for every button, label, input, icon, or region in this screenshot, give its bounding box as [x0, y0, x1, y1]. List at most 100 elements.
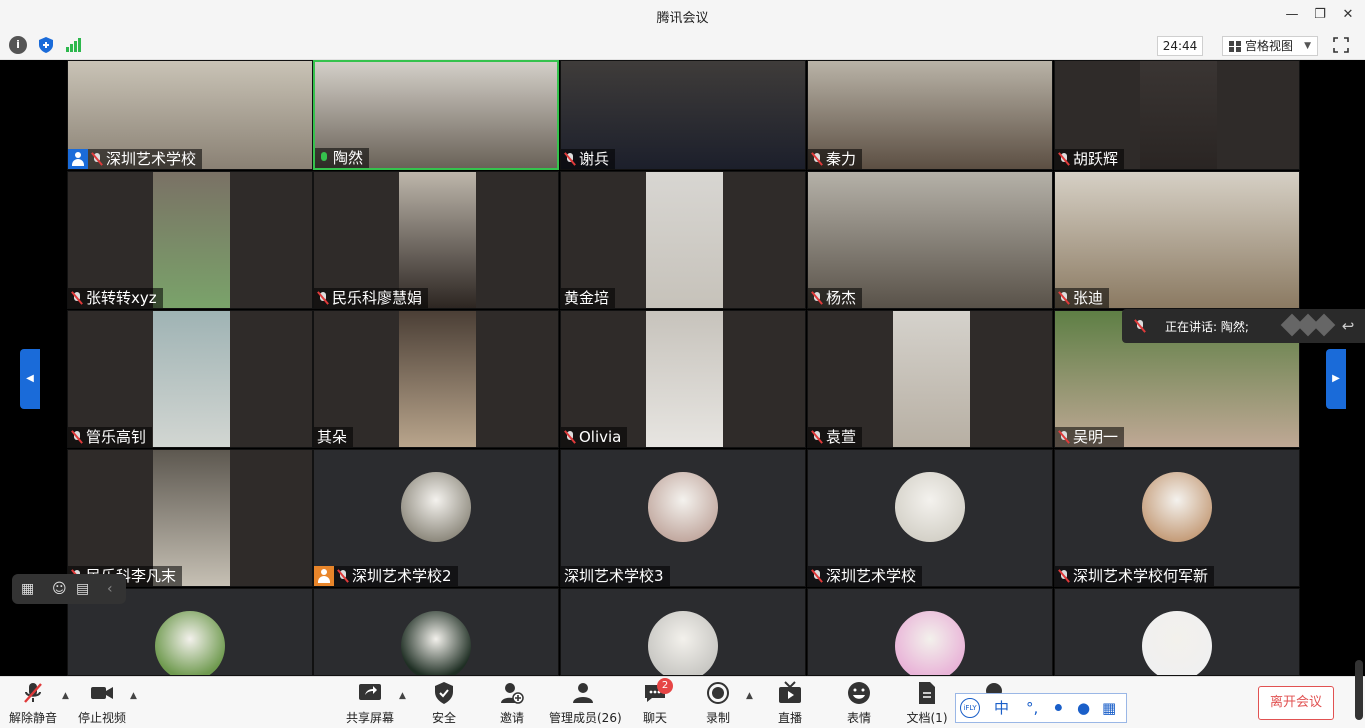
ime-chinese-toggle[interactable]: 中 — [994, 699, 1009, 717]
record-button[interactable]: 录制 — [700, 681, 736, 726]
participant-tile[interactable]: Olivia — [560, 310, 806, 448]
shield-icon[interactable] — [37, 36, 55, 54]
chevron-left-icon[interactable]: ‹ — [107, 580, 113, 598]
participant-name: 张迪 — [1073, 289, 1104, 307]
ime-punctuation-icon[interactable]: °, — [1026, 699, 1038, 717]
participant-tile[interactable]: 管乐高钊 — [67, 310, 313, 448]
participant-tile[interactable]: 陶然 — [313, 60, 559, 170]
avatar — [648, 472, 718, 542]
avatar — [1142, 472, 1212, 542]
collapse-icon[interactable]: ↩ — [1339, 317, 1357, 335]
participant-tile[interactable]: 深圳艺术学校何军新 — [1054, 449, 1300, 587]
video-options-caret-icon[interactable]: ▲ — [130, 691, 137, 701]
apps-icon[interactable]: ▦ — [21, 580, 34, 598]
grid-icon — [1229, 41, 1241, 52]
participant-video — [646, 311, 723, 447]
audio-options-caret-icon[interactable]: ▲ — [62, 691, 69, 701]
participant-tile[interactable]: 杨杰 — [807, 171, 1053, 309]
reactions-button[interactable]: 表情 — [841, 681, 877, 726]
participant-tile[interactable]: 民乐科廖慧娟 — [313, 171, 559, 309]
participant-video — [153, 172, 230, 308]
title-bar: 腾讯会议 — ❐ ✕ — [0, 0, 1365, 31]
stop-video-button[interactable]: 停止视频 — [76, 681, 128, 726]
live-stream-icon — [779, 681, 801, 703]
view-mode-button[interactable]: 宫格视图 ▼ — [1222, 36, 1318, 56]
participant-tile[interactable]: 谢兵 — [560, 60, 806, 170]
participant-tile[interactable]: 袁萱 — [807, 310, 1053, 448]
pin-icon[interactable]: — — [1280, 5, 1304, 25]
participant-tile[interactable]: 张转转xyz — [67, 171, 313, 309]
participant-tile[interactable]: 深圳艺术学校2 — [313, 449, 559, 587]
mic-muted-icon — [564, 152, 576, 166]
scrollbar-thumb[interactable] — [1355, 660, 1363, 720]
record-options-caret-icon[interactable]: ▲ — [746, 691, 753, 701]
participant-name: 深圳艺术学校何军新 — [1073, 567, 1209, 585]
docs-button[interactable]: 文档(1) — [905, 681, 949, 726]
manage-members-button[interactable]: 管理成员(26) — [549, 681, 622, 726]
mic-muted-icon — [811, 291, 823, 305]
participant-name-label: 深圳艺术学校2 — [314, 566, 458, 586]
stop-video-label: 停止视频 — [77, 711, 126, 725]
participant-video — [153, 311, 230, 447]
mic-muted-icon — [24, 683, 42, 703]
participant-name: 深圳艺术学校 — [826, 567, 917, 585]
ime-mic-icon[interactable]: ⚫ — [1052, 699, 1065, 717]
host-icon — [314, 566, 334, 586]
participant-name-label: 秦力 — [808, 149, 863, 169]
speaking-indicator: 正在讲话: 陶然; ↩ — [1122, 309, 1365, 343]
participant-tile[interactable]: 张迪 — [1054, 171, 1300, 309]
prev-page-arrow-icon[interactable]: ◀ — [20, 349, 40, 409]
share-screen-button[interactable]: 共享屏幕 — [344, 681, 396, 726]
participant-tile[interactable]: 其朵 — [313, 310, 559, 448]
chat-bubble-icon[interactable]: ▤ — [76, 580, 89, 598]
participant-tile[interactable]: 胡跃辉 — [1054, 60, 1300, 170]
mic-muted-icon — [71, 430, 83, 444]
signal-icon[interactable] — [66, 38, 82, 52]
ifly-logo[interactable]: iFLY — [960, 698, 980, 718]
blur-icon — [1312, 313, 1336, 337]
participant-tile[interactable] — [807, 588, 1053, 676]
reactions-label: 表情 — [846, 711, 871, 725]
security-label: 安全 — [431, 711, 456, 725]
ime-user-icon[interactable]: ● — [1077, 699, 1090, 717]
participant-video — [893, 311, 970, 447]
leave-meeting-button[interactable]: 离开会议 — [1258, 686, 1334, 720]
participant-tile[interactable]: 深圳艺术学校 — [67, 60, 313, 170]
participant-tile[interactable]: 黄金培 — [560, 171, 806, 309]
mic-muted-icon — [337, 569, 349, 583]
live-button[interactable]: 直播 — [772, 681, 808, 726]
chat-unread-badge: 2 — [657, 678, 673, 694]
invite-button[interactable]: 邀请 — [494, 681, 530, 726]
participant-tile[interactable] — [560, 588, 806, 676]
participant-video — [1140, 61, 1217, 169]
next-page-arrow-icon[interactable]: ▶ — [1326, 349, 1346, 409]
add-user-icon — [501, 683, 524, 704]
info-icon[interactable]: i — [9, 36, 27, 54]
chevron-down-icon: ▼ — [1304, 41, 1311, 51]
participant-tile[interactable]: 深圳艺术学校 — [807, 449, 1053, 587]
ime-apps-icon[interactable]: ▦ — [1102, 699, 1116, 717]
security-button[interactable]: 安全 — [426, 681, 462, 726]
share-screen-icon — [359, 684, 381, 700]
close-icon[interactable]: ✕ — [1336, 5, 1360, 25]
restore-icon[interactable]: ❐ — [1308, 5, 1332, 25]
participant-name-label: 深圳艺术学校 — [808, 566, 923, 586]
participant-name-label: 管乐高钊 — [68, 427, 153, 447]
emoji-icon[interactable]: ☺ — [52, 580, 67, 598]
participant-tile[interactable] — [1054, 588, 1300, 676]
participant-name-label: 深圳艺术学校何军新 — [1055, 566, 1215, 586]
participant-name: 其朵 — [317, 428, 348, 446]
meeting-window: 腾讯会议 — ❐ ✕ i 24:44 宫格视图 ▼ 深圳艺术学校 陶然 谢兵 秦… — [0, 0, 1365, 728]
participant-tile[interactable]: 深圳艺术学校3 — [560, 449, 806, 587]
participant-tile[interactable] — [313, 588, 559, 676]
participant-tile[interactable]: 秦力 — [807, 60, 1053, 170]
participant-name: Olivia — [579, 428, 622, 446]
participant-tile[interactable]: 民乐科李凡末 — [67, 449, 313, 587]
unmute-label: 解除静音 — [9, 711, 58, 725]
share-options-caret-icon[interactable]: ▲ — [399, 691, 406, 701]
chat-button[interactable]: 2 聊天 — [637, 678, 673, 726]
unmute-button[interactable]: 解除静音 — [9, 681, 57, 726]
fullscreen-icon[interactable] — [1333, 37, 1349, 53]
mic-muted-icon — [811, 430, 823, 444]
mic-muted-icon — [71, 291, 83, 305]
